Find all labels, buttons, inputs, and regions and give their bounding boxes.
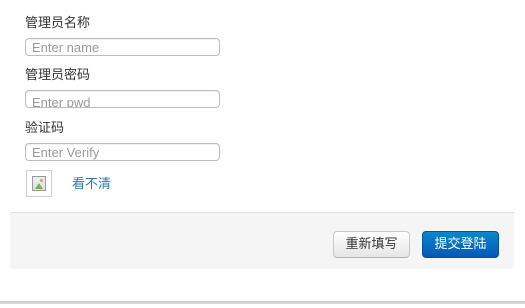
verify-code-label: 验证码 xyxy=(25,121,65,136)
form-footer: 重新填写 提交登陆 xyxy=(10,212,514,269)
admin-name-input[interactable] xyxy=(25,38,220,56)
captcha-image[interactable] xyxy=(26,170,52,197)
refresh-captcha-link[interactable]: 看不清 xyxy=(72,177,111,193)
admin-password-label: 管理员密码 xyxy=(25,68,91,83)
submit-login-button[interactable]: 提交登陆 xyxy=(422,231,499,258)
verify-code-input[interactable] xyxy=(25,143,220,161)
admin-name-label: 管理员名称 xyxy=(25,16,91,31)
bottom-space xyxy=(0,304,525,308)
login-form: 管理员名称 管理员密码 验证码 看不清 xyxy=(0,0,525,212)
admin-password-input[interactable] xyxy=(25,90,220,108)
reset-button[interactable]: 重新填写 xyxy=(333,231,410,258)
broken-image-icon xyxy=(32,176,46,191)
